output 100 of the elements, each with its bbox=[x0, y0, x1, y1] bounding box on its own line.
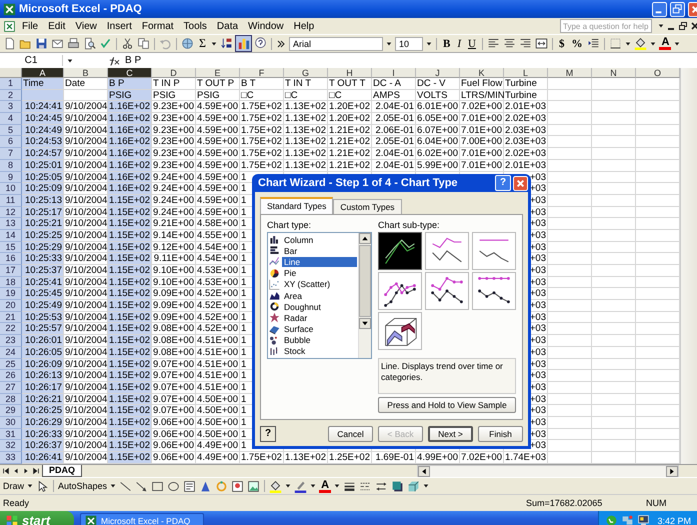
paint-bucket-icon[interactable] bbox=[634, 37, 648, 50]
letter-heading[interactable]: H bbox=[328, 68, 372, 78]
caret-icon[interactable] bbox=[110, 483, 116, 489]
menu-item[interactable]: File bbox=[18, 20, 42, 32]
line-chart-thumbnail[interactable] bbox=[378, 272, 422, 310]
row-header[interactable]: 33 bbox=[0, 452, 22, 464]
3d-box-icon[interactable] bbox=[407, 480, 420, 492]
list-item[interactable]: XY (Scatter) bbox=[282, 279, 357, 290]
row-header[interactable]: 19 bbox=[0, 288, 22, 300]
row-header[interactable]: 26 bbox=[0, 370, 22, 382]
page-icon[interactable] bbox=[3, 37, 16, 50]
row-header[interactable]: 11 bbox=[0, 194, 22, 207]
shadow-icon[interactable] bbox=[391, 480, 404, 492]
caret-icon[interactable] bbox=[67, 58, 73, 64]
caret-icon[interactable] bbox=[423, 483, 430, 489]
print-preview-icon[interactable] bbox=[83, 37, 96, 50]
caret-icon[interactable] bbox=[426, 40, 432, 46]
oval-icon[interactable] bbox=[167, 480, 180, 492]
menu-item[interactable]: Insert bbox=[102, 20, 136, 32]
row-header[interactable]: 18 bbox=[0, 276, 22, 288]
copy-icon[interactable] bbox=[137, 37, 150, 50]
list-item[interactable]: Pie bbox=[282, 268, 357, 278]
letter-heading[interactable]: N bbox=[592, 68, 636, 78]
row-header[interactable]: 4 bbox=[0, 113, 22, 125]
row-header[interactable]: 16 bbox=[0, 253, 22, 265]
row-header[interactable]: 2 bbox=[0, 90, 22, 102]
list-item[interactable]: Radar bbox=[282, 312, 357, 323]
format-button[interactable]: U bbox=[466, 38, 478, 50]
font-color-button[interactable]: A bbox=[319, 480, 332, 492]
row-header[interactable]: 10 bbox=[0, 183, 22, 195]
letter-heading[interactable]: I bbox=[372, 68, 416, 78]
tab[interactable]: Standard Types bbox=[260, 197, 334, 214]
merge-icon[interactable] bbox=[534, 37, 548, 50]
row-header[interactable]: 31 bbox=[0, 428, 22, 440]
workbook-icon[interactable] bbox=[3, 20, 16, 32]
help-button[interactable]: ? bbox=[260, 426, 276, 442]
paint-bucket-icon[interactable] bbox=[269, 480, 282, 492]
font-size-field[interactable]: 10 bbox=[394, 36, 423, 50]
scissors-icon[interactable] bbox=[121, 37, 134, 50]
letter-heading[interactable]: A bbox=[22, 68, 64, 78]
menu-item[interactable]: Edit bbox=[44, 20, 70, 32]
row-header[interactable]: 6 bbox=[0, 136, 22, 148]
row-header[interactable]: 9 bbox=[0, 172, 22, 184]
letter-heading[interactable]: C bbox=[108, 68, 152, 78]
menu-item[interactable]: Tools bbox=[180, 20, 211, 32]
letter-heading[interactable]: B bbox=[64, 68, 108, 78]
scroll-down-icon[interactable] bbox=[359, 318, 371, 329]
row-header[interactable]: 20 bbox=[0, 300, 22, 312]
help-icon[interactable] bbox=[254, 37, 267, 50]
list-item[interactable]: Doughnut bbox=[282, 302, 357, 312]
caret-icon[interactable] bbox=[625, 40, 632, 46]
line-chart-thumbnail[interactable] bbox=[378, 232, 422, 270]
list-item[interactable]: Column bbox=[282, 234, 357, 245]
list-item[interactable]: Area bbox=[282, 290, 357, 301]
horizontal-scrollbar[interactable] bbox=[417, 464, 679, 478]
row-header[interactable]: 32 bbox=[0, 440, 22, 452]
row-header[interactable]: 27 bbox=[0, 382, 22, 394]
scroll-left-icon[interactable] bbox=[418, 466, 430, 476]
arrow-style-icon[interactable] bbox=[375, 480, 388, 492]
menu-item[interactable]: Window bbox=[244, 20, 288, 32]
letter-heading[interactable]: L bbox=[504, 68, 548, 78]
next-sheet-icon[interactable] bbox=[22, 467, 30, 475]
letter-heading[interactable]: M bbox=[548, 68, 592, 78]
line-chart-thumbnail[interactable] bbox=[425, 232, 469, 270]
letter-heading[interactable]: E bbox=[196, 68, 240, 78]
caret-icon[interactable] bbox=[285, 483, 292, 489]
letter-heading[interactable]: G bbox=[284, 68, 328, 78]
row-header[interactable]: 28 bbox=[0, 394, 22, 406]
row-header[interactable]: 22 bbox=[0, 323, 22, 336]
font-field[interactable]: Arial bbox=[288, 36, 383, 50]
arrow-icon[interactable] bbox=[135, 480, 148, 492]
row-header[interactable]: 12 bbox=[0, 206, 22, 218]
help-search-field[interactable]: Type a question for help bbox=[560, 19, 652, 33]
name-box[interactable]: C1 bbox=[0, 55, 63, 66]
line-chart-thumbnail[interactable] bbox=[425, 272, 469, 310]
menu-item[interactable]: Data bbox=[212, 20, 242, 32]
list-item[interactable]: Bar bbox=[282, 246, 357, 256]
autosum-button[interactable]: Σ bbox=[197, 36, 208, 51]
list-item[interactable]: Surface bbox=[282, 324, 357, 334]
row-header[interactable]: 23 bbox=[0, 335, 22, 347]
row-header[interactable]: 21 bbox=[0, 312, 22, 324]
start-button[interactable]: start bbox=[0, 511, 74, 525]
wordart-icon[interactable] bbox=[199, 480, 212, 492]
function-icon[interactable] bbox=[107, 56, 121, 66]
text-box-icon[interactable] bbox=[183, 480, 196, 492]
number-format-button[interactable]: $ bbox=[556, 38, 566, 50]
help-button[interactable]: ? bbox=[495, 175, 511, 191]
globe-icon[interactable] bbox=[181, 37, 194, 50]
menu-item[interactable]: View bbox=[71, 20, 101, 32]
picture-icon[interactable] bbox=[247, 480, 260, 492]
caret-icon[interactable] bbox=[658, 23, 664, 29]
chart-wizard-icon[interactable] bbox=[236, 36, 251, 51]
previous-sheet-icon[interactable] bbox=[12, 467, 20, 475]
caret-icon[interactable] bbox=[27, 483, 34, 489]
clip-art-icon[interactable] bbox=[231, 480, 244, 492]
first-sheet-icon[interactable] bbox=[2, 467, 10, 475]
letter-heading[interactable]: D bbox=[152, 68, 196, 78]
line-chart-thumbnail[interactable] bbox=[472, 232, 516, 270]
menu-item[interactable]: Format bbox=[138, 20, 178, 32]
restore-icon[interactable] bbox=[678, 21, 688, 31]
